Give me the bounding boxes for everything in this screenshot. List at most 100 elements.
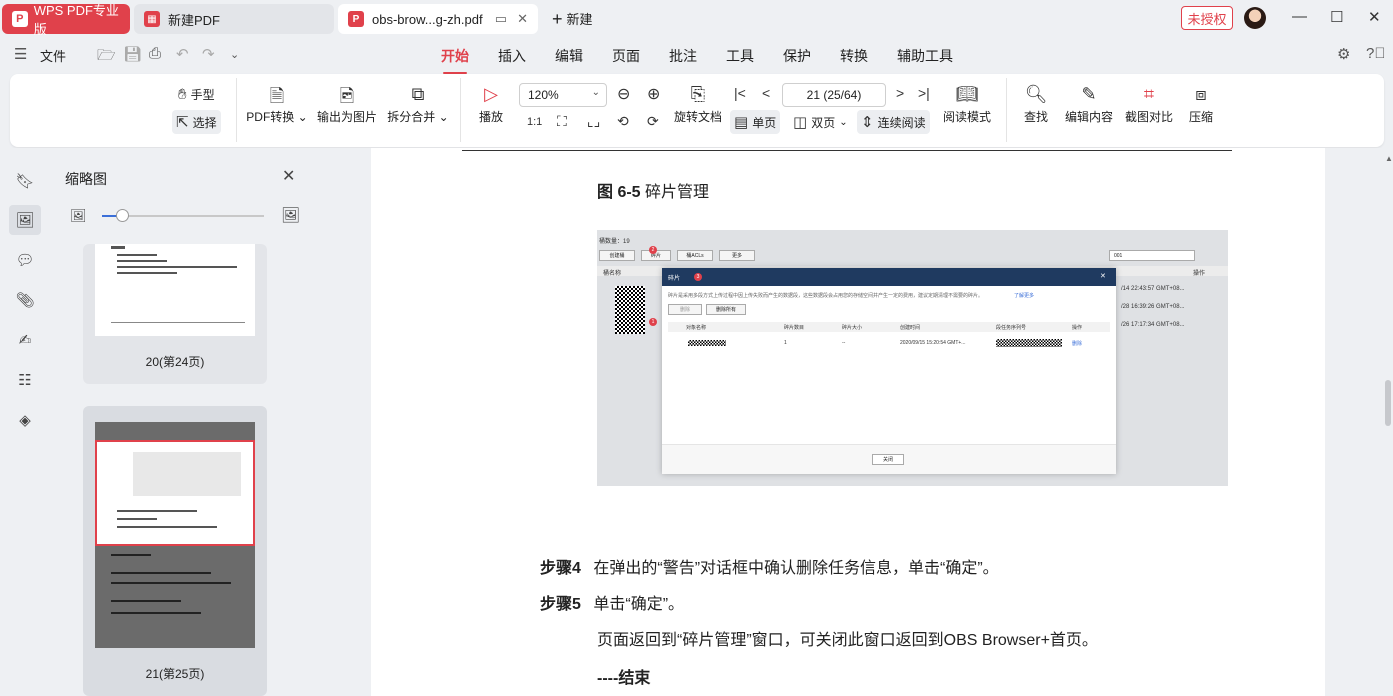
bookmark-icon[interactable]: 🔖︎ (14, 170, 36, 192)
settings-icon[interactable]: ⚙ (1337, 45, 1350, 63)
next-page-icon[interactable]: > (896, 85, 904, 101)
close-window-icon[interactable]: ✕ (1368, 8, 1381, 26)
tab-insert[interactable]: 插入 (498, 46, 526, 66)
pdf-convert-button[interactable]: 🗎 PDF转换 ⌄ (246, 84, 308, 125)
screenshot-compare-label: 截图对比 (1124, 110, 1173, 124)
new-tab-button[interactable]: + 新建 (552, 9, 593, 28)
document-viewport: 图 6-5 碎片管理 桶数量：19 创建桶 碎片 桶ACLs 更多 001 桶名… (314, 148, 1393, 696)
tab-label: 新建PDF (168, 12, 221, 28)
maximize-icon[interactable]: ☐ (1330, 8, 1343, 26)
pdf-page: 图 6-5 碎片管理 桶数量：19 创建桶 碎片 桶ACLs 更多 001 桶名… (371, 148, 1325, 696)
signature-icon[interactable]: ✍︎ (14, 329, 36, 351)
minimize-icon[interactable]: — (1292, 8, 1307, 25)
tab-assist-tools[interactable]: 辅助工具 (897, 46, 953, 66)
prev-page-icon[interactable]: < (762, 85, 770, 101)
tab-new-pdf[interactable]: ▦ 新建PDF (134, 4, 334, 34)
double-label: 双页 (811, 115, 836, 130)
hand-tool-button[interactable]: ✋︎ 手型 (174, 82, 219, 106)
reading-mode-button[interactable]: 📖︎ 阅读模式 (940, 84, 994, 125)
page-number-input[interactable]: 21 (25/64) (782, 83, 886, 107)
find-button[interactable]: 🔍︎ 查找 (1018, 84, 1054, 125)
form-icon[interactable]: ☷ (14, 369, 36, 391)
layers-icon[interactable]: ◈ (14, 409, 36, 431)
find-label: 查找 (1023, 110, 1048, 124)
figure-image: 桶数量：19 创建桶 碎片 桶ACLs 更多 001 桶名称 操作 /14 22… (597, 230, 1228, 486)
chevron-down-icon[interactable]: ⌄ (230, 48, 239, 61)
wps-logo-icon: P (12, 11, 28, 27)
single-page-icon: ▤ (734, 114, 749, 131)
image-export-icon: 🖻 (339, 86, 355, 106)
split-merge-button[interactable]: ⧉ 拆分合并 ⌄ (386, 84, 450, 125)
close-tab-icon[interactable]: ✕ (517, 11, 528, 27)
thumbnail-page (95, 422, 255, 648)
tab-document[interactable]: P obs-brow...g-zh.pdf ▭ ✕ (338, 4, 538, 34)
thumbnail-item-selected[interactable]: 21(第25页) (83, 406, 267, 696)
thumbnail-icon[interactable]: 🖼︎ (9, 205, 41, 235)
redo-icon[interactable]: ↷ (202, 45, 215, 63)
fragment-dialog: 碎片 3 ✕ 碎片是采用多段方式上传过程中因上传失败而产生的数据段，这些数据段会… (662, 268, 1116, 474)
hamburger-icon[interactable]: ☰ (14, 45, 27, 63)
single-page-button[interactable]: ▤ 单页 (730, 110, 781, 134)
tab-edit[interactable]: 编辑 (555, 46, 583, 66)
play-button[interactable]: ▷ 播放 (473, 84, 509, 125)
rotate-doc-icon: ⎘ (690, 84, 706, 104)
app-menu-button[interactable]: P WPS PDF专业版 (2, 3, 130, 37)
rotate-left-icon[interactable]: ⟲ (617, 113, 629, 130)
tab-page[interactable]: 页面 (612, 46, 640, 66)
file-menu[interactable]: 文件 (40, 46, 66, 65)
zoom-in-icon[interactable]: ⊕ (647, 84, 660, 104)
comment-icon[interactable]: 💬︎ (14, 249, 36, 271)
compress-icon: ⧈ (1195, 84, 1207, 104)
header-rule (462, 150, 1232, 151)
actual-size-icon[interactable]: 1:1 (527, 116, 542, 128)
document-scrollbar[interactable] (1385, 380, 1391, 426)
pdf-to-word-icon: 🗎 (269, 86, 285, 106)
unlicensed-badge[interactable]: 未授权 (1181, 6, 1233, 30)
first-page-icon[interactable]: |< (734, 85, 746, 101)
figure-title: 碎片管理 (645, 184, 710, 201)
step-4: 步骤4 在弹出的“警告”对话框中确认删除任务信息，单击“确定”。 (540, 554, 999, 578)
select-tool-button[interactable]: ⇱ 选择 (172, 110, 221, 134)
monitor-icon[interactable]: ▭ (495, 11, 507, 27)
avatar[interactable] (1244, 7, 1266, 29)
rotate-document-button[interactable]: ⎘ 旋转文档 (672, 84, 724, 125)
tab-annotate[interactable]: 批注 (669, 46, 697, 66)
help-icon[interactable]: ?⃝ (1366, 45, 1386, 62)
attachment-icon[interactable]: 📎︎ (14, 289, 36, 311)
tab-start[interactable]: 开始 (441, 46, 469, 74)
zoom-select[interactable]: 120% ⌄ (519, 83, 607, 107)
edit-content-button[interactable]: ✎ 编辑内容 (1062, 84, 1116, 125)
thumbnail-item[interactable]: 20(第24页) (83, 244, 267, 384)
last-page-icon[interactable]: >| (918, 85, 930, 101)
rotate-right-icon[interactable]: ⟳ (647, 113, 659, 130)
screenshot-icon: ⌗ (1143, 84, 1155, 104)
scroll-up-icon[interactable]: ▲ (1385, 154, 1393, 163)
col-bucket: 桶名称 (603, 271, 622, 277)
close-icon[interactable]: ✕ (282, 166, 295, 186)
screenshot-compare-button[interactable]: ⌗ 截图对比 (1122, 84, 1176, 125)
large-image-icon[interactable]: 🖼︎ (281, 206, 300, 224)
export-image-button[interactable]: 🖻 输出为图片 (314, 84, 380, 125)
fit-width-icon[interactable]: ⌞⌟ (587, 113, 600, 130)
create-bucket-button: 创建桶 (599, 250, 635, 261)
print-icon[interactable]: ⎙ (149, 45, 161, 62)
step-label: 步骤5 (540, 596, 581, 613)
tab-tools[interactable]: 工具 (726, 46, 754, 66)
more-button: 更多 (719, 250, 755, 261)
undo-icon[interactable]: ↶ (176, 45, 189, 63)
tab-protect[interactable]: 保护 (783, 46, 811, 66)
panel-title: 缩略图 (65, 171, 107, 187)
slider-handle[interactable] (116, 209, 129, 222)
open-folder-icon[interactable]: 🗁 (97, 45, 116, 70)
edit-content-icon: ✎ (1081, 84, 1097, 104)
play-label: 播放 (478, 110, 503, 124)
double-page-button[interactable]: ◫ 双页 ⌄ (789, 110, 852, 134)
zoom-out-icon[interactable]: ⊖ (617, 84, 630, 104)
compress-label: 压缩 (1188, 110, 1213, 124)
save-icon[interactable]: 💾︎ (123, 45, 142, 63)
continuous-read-button[interactable]: ⇕ 连续阅读 (857, 110, 930, 134)
small-image-icon[interactable]: 🖼︎ (70, 208, 87, 224)
fit-page-icon[interactable]: ⛶ (557, 113, 567, 130)
compress-button[interactable]: ⧈ 压缩 (1186, 84, 1216, 125)
tab-convert[interactable]: 转换 (840, 46, 868, 66)
